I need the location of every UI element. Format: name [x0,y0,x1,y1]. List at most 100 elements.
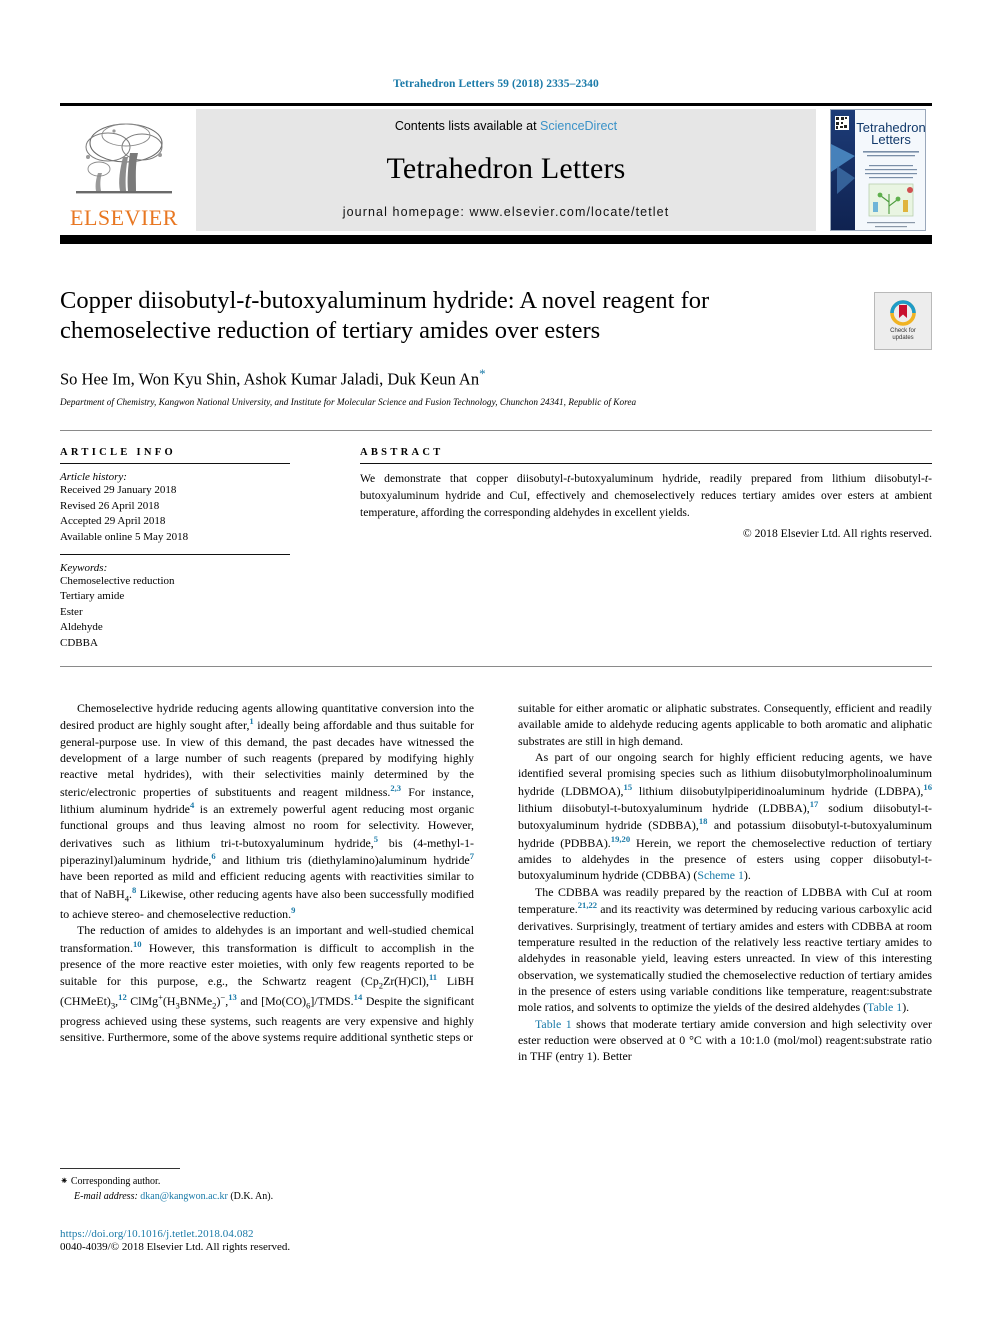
running-head: Tetrahedron Letters 59 (2018) 2335–2340 [393,78,599,90]
text-run: shows that moderate tertiary amide conve… [518,1016,932,1064]
scheme-link[interactable]: Scheme 1 [697,868,744,882]
journal-cover: Tetrahedron Letters [824,108,932,231]
history-item: Revised 26 April 2018 [60,499,160,512]
svg-text:Letters: Letters [871,132,911,147]
citation-ref[interactable]: 16 [923,782,932,792]
keyword-item: Tertiary amide [60,590,125,603]
elsevier-logo: ELSEVIER [60,109,188,231]
abstract-copyright: © 2018 Elsevier Ltd. All rights reserved… [742,526,932,540]
contents-prefix: Contents lists available at [394,118,541,133]
authors-text: So Hee Im, Won Kyu Shin, Ashok Kumar Jal… [60,369,480,389]
citation-ref[interactable]: 13 [228,992,237,1002]
footer-identifiers: https://doi.org/10.1016/j.tetlet.2018.04… [60,1228,560,1253]
sciencedirect-link[interactable]: ScienceDirect [540,119,617,133]
journal-cover-image: Tetrahedron Letters [830,108,926,231]
body-column-right: suitable for either aromatic or aliphati… [518,700,932,1065]
crossmark-badge[interactable]: Check for updates [874,292,932,350]
masthead-center: Contents lists available at ScienceDirec… [196,108,816,231]
email-suffix: (D.K. An). [230,1190,274,1202]
history-item: Accepted 29 April 2018 [60,515,166,528]
article-info-heading: ARTICLE INFO [60,447,176,459]
text-run: lithium diisobutylpiperidinoaluminum hyd… [632,783,924,798]
band-bottom-rule [60,665,932,667]
text-run: (H [162,994,176,1009]
crossmark-label: Check for updates [890,328,916,343]
footnote-star-icon: ⁕ [60,1176,69,1187]
crossmark-line-2: updates [892,335,914,341]
citation-ref[interactable]: 7 [470,851,474,861]
paragraph: suitable for either aromatic or aliphati… [518,700,932,749]
body-columns: Chemoselective hydride reducing agents a… [60,700,932,1065]
journal-title: Tetrahedron Letters [386,151,626,185]
paragraph: The reduction of amides to aldehydes is … [60,922,474,1045]
footnote-rule [60,1168,180,1169]
history-item: Available online 5 May 2018 [60,531,189,544]
footnote-block: ⁕ Corresponding author. E-mail address: … [60,1168,474,1204]
citation-ref[interactable]: 9 [291,905,295,915]
citation-ref[interactable]: 14 [354,992,363,1002]
citation-ref[interactable]: 21,22 [578,900,597,910]
email-label: E-mail address: [74,1190,138,1202]
text-run: BNMe [179,994,213,1009]
author-list: So Hee Im, Won Kyu Shin, Ashok Kumar Jal… [60,366,932,390]
corresponding-author-note: ⁕ Corresponding author. [60,1175,474,1190]
text-run: suitable for either aromatic or aliphati… [518,701,932,748]
text-run: ]/TMDS. [310,994,354,1009]
table-link[interactable]: Table 1 [535,1017,572,1031]
citation-ref[interactable]: 15 [624,782,633,792]
contents-available-line: Contents lists available at ScienceDirec… [395,119,617,133]
keywords-label: Keywords: [60,561,108,574]
keywords-rule [60,553,290,555]
crossmark-icon [890,299,916,326]
corresponding-author-text: Corresponding author. [70,1176,161,1187]
abstract-rule [360,463,932,465]
text-run: and lithium tris (diethylamino)aluminum … [215,853,470,868]
keyword-item: Chemoselective reduction [60,574,175,587]
corresponding-author-marker: * [479,366,486,381]
title-part-1: Copper diisobutyl- [60,287,245,314]
journal-homepage-link[interactable]: journal homepage: www.elsevier.com/locat… [343,205,670,219]
keyword-item: Ester [60,605,83,618]
citation-ref[interactable]: 2,3 [390,783,401,793]
title-block: Copper diisobutyl-t-butoxyaluminum hydri… [60,286,932,407]
keyword-item: Aldehyde [60,621,103,634]
text-run: ). [902,1000,910,1015]
history-item: Received 29 January 2018 [60,484,177,497]
paper-title: Copper diisobutyl-t-butoxyaluminum hydri… [60,286,874,347]
paragraph: Table 1 shows that moderate tertiary ami… [518,1016,932,1065]
abstract-heading: ABSTRACT [360,447,444,459]
email-note: E-mail address: dkan@kangwon.ac.kr (D.K.… [60,1190,474,1205]
text-run: lithium diisobutyl-t-butoxyaluminum hydr… [518,801,810,816]
text-run: ClMg [126,994,159,1009]
citation-ref[interactable]: 12 [118,992,127,1002]
text-run: and [Mo(CO) [236,994,307,1009]
email-link[interactable]: dkan@kangwon.ac.kr [140,1191,228,1202]
abstract-seg-b: -butoxyaluminum hydride, readily prepare… [570,472,925,486]
citation-ref[interactable]: 19,20 [611,834,630,844]
article-history-label: Article history: [60,471,127,484]
elsevier-wordmark: ELSEVIER [70,204,178,230]
masthead-top-rule [60,103,932,106]
paragraph: Chemoselective hydride reducing agents a… [60,700,474,922]
elsevier-tree-icon [68,117,180,209]
text-run: ). [743,868,751,883]
abstract-seg-a: We demonstrate that copper diisobutyl- [360,472,568,486]
info-abstract-band: ARTICLE INFO Article history: Received 2… [60,430,932,667]
journal-masthead: ELSEVIER Contents lists available at Sci… [60,103,932,244]
article-info-column: ARTICLE INFO Article history: Received 2… [60,447,310,651]
doi-link[interactable]: https://doi.org/10.1016/j.tetlet.2018.04… [60,1228,560,1240]
abstract-column: ABSTRACT We demonstrate that copper diis… [310,447,932,651]
affiliation: Department of Chemistry, Kangwon Nationa… [60,396,637,407]
article-info-rule [60,463,290,465]
abstract-text: We demonstrate that copper diisobutyl-t-… [360,471,932,521]
citation-ref[interactable]: 10 [133,939,142,949]
paper-page: Tetrahedron Letters 59 (2018) 2335–2340 [0,0,992,1323]
citation-ref[interactable]: 11 [429,972,437,982]
keyword-item: CDBBA [60,637,98,650]
body-column-left: Chemoselective hydride reducing agents a… [60,700,474,1065]
paragraph: As part of our ongoing search for highly… [518,749,932,884]
issn-copyright: 0040-4039/© 2018 Elsevier Ltd. All right… [60,1241,291,1253]
table-link[interactable]: Table 1 [867,1000,902,1014]
text-run: Zr(H)Cl), [383,974,429,989]
paragraph: The CDBBA was readily prepared by the re… [518,884,932,1016]
